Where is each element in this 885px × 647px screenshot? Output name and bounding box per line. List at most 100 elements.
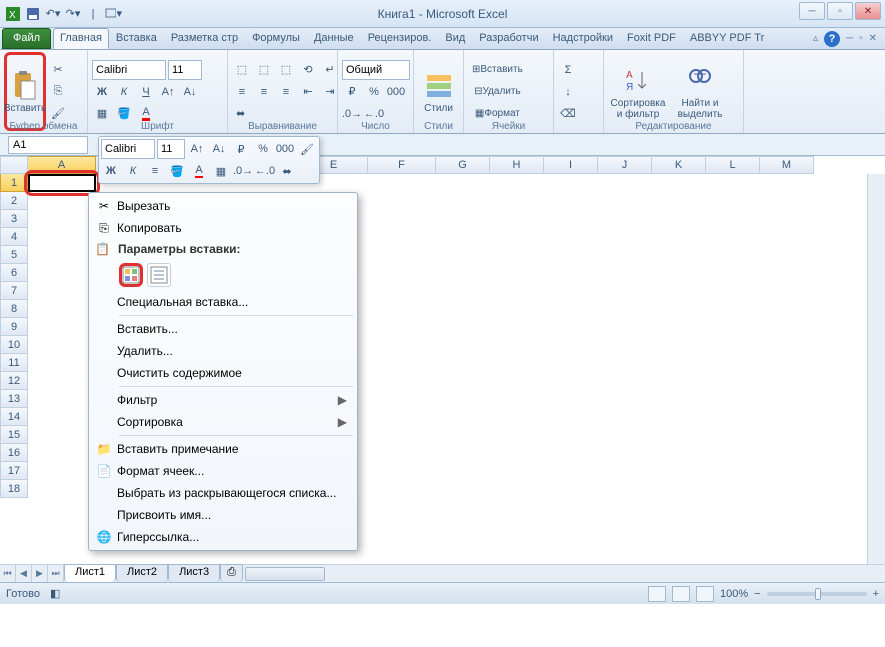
mini-comma-icon[interactable]: 000: [275, 139, 295, 159]
zoom-level[interactable]: 100%: [720, 588, 748, 600]
ctx-hyperlink[interactable]: 🌐Гиперссылка...: [91, 526, 355, 548]
mini-italic-icon[interactable]: К: [123, 161, 143, 181]
paste-option-all[interactable]: [119, 263, 143, 287]
align-top-icon[interactable]: ⬚: [232, 60, 252, 80]
comma-icon[interactable]: 000: [386, 82, 406, 102]
minimize-ribbon-icon[interactable]: ▵: [813, 33, 818, 44]
tab-layout[interactable]: Разметка стр: [164, 28, 245, 49]
macro-record-icon[interactable]: ◧: [50, 587, 60, 600]
sheet-nav-last-icon[interactable]: ⏭: [48, 565, 64, 582]
zoom-in-icon[interactable]: +: [873, 588, 879, 600]
zoom-out-icon[interactable]: −: [754, 588, 760, 600]
tab-insert[interactable]: Вставка: [109, 28, 164, 49]
mini-format-painter-icon[interactable]: 🖌: [297, 139, 317, 159]
vertical-scrollbar[interactable]: [867, 174, 885, 564]
ctx-dropdown-list[interactable]: Выбрать из раскрывающегося списка...: [91, 482, 355, 504]
zoom-slider[interactable]: [767, 592, 867, 596]
sheet-nav-prev-icon[interactable]: ◀: [16, 565, 32, 582]
align-left-icon[interactable]: ≡: [232, 82, 252, 102]
mini-fill-color-icon[interactable]: 🪣: [167, 161, 187, 181]
row-header[interactable]: 7: [0, 282, 28, 300]
increase-indent-icon[interactable]: ⇥: [320, 82, 340, 102]
copy-icon[interactable]: ⎘: [48, 82, 68, 102]
column-header[interactable]: L: [706, 156, 760, 174]
autosum-icon[interactable]: Σ: [558, 60, 578, 80]
tab-foxit[interactable]: Foxit PDF: [620, 28, 683, 49]
column-header[interactable]: I: [544, 156, 598, 174]
ctx-cut[interactable]: ✂Вырезать: [91, 195, 355, 217]
workbook-close-icon[interactable]: ✕: [869, 33, 877, 44]
customize-qat-icon[interactable]: ▾: [104, 5, 122, 23]
cells-delete-button[interactable]: ⊟ Удалить: [468, 82, 527, 102]
save-icon[interactable]: [24, 5, 42, 23]
mini-bold-icon[interactable]: Ж: [101, 161, 121, 181]
row-header[interactable]: 18: [0, 480, 28, 498]
align-bottom-icon[interactable]: ⬚: [276, 60, 296, 80]
view-normal-icon[interactable]: [648, 586, 666, 602]
ctx-define-name[interactable]: Присвоить имя...: [91, 504, 355, 526]
row-header[interactable]: 14: [0, 408, 28, 426]
mini-decrease-font-icon[interactable]: A↓: [209, 139, 229, 159]
help-icon[interactable]: ?: [824, 31, 840, 47]
row-header[interactable]: 5: [0, 246, 28, 264]
italic-button[interactable]: К: [114, 82, 134, 102]
excel-icon[interactable]: X: [4, 5, 22, 23]
mini-inc-decimal-icon[interactable]: .0→: [233, 161, 253, 181]
ctx-clear[interactable]: Очистить содержимое: [91, 362, 355, 384]
horizontal-scrollbar[interactable]: [243, 565, 885, 582]
workbook-restore-icon[interactable]: ▫: [859, 33, 863, 44]
currency-icon[interactable]: ₽: [342, 82, 362, 102]
maximize-button[interactable]: ▫: [827, 2, 853, 20]
orientation-icon[interactable]: ⟲: [298, 60, 318, 80]
name-box[interactable]: A1: [8, 136, 88, 154]
column-header[interactable]: J: [598, 156, 652, 174]
font-name-combo[interactable]: Calibri: [92, 60, 166, 80]
close-button[interactable]: ✕: [855, 2, 881, 20]
number-format-combo[interactable]: Общий: [342, 60, 410, 80]
column-header[interactable]: K: [652, 156, 706, 174]
cut-icon[interactable]: ✂: [48, 60, 68, 80]
row-header[interactable]: 8: [0, 300, 28, 318]
decrease-font-icon[interactable]: A↓: [180, 82, 200, 102]
column-header[interactable]: M: [760, 156, 814, 174]
sheet-tab-2[interactable]: Лист2: [116, 564, 168, 582]
tab-data[interactable]: Данные: [307, 28, 361, 49]
clear-icon[interactable]: ⌫: [558, 104, 578, 124]
bold-button[interactable]: Ж: [92, 82, 112, 102]
find-select-button[interactable]: Найти и выделить: [670, 52, 730, 131]
align-right-icon[interactable]: ≡: [276, 82, 296, 102]
undo-icon[interactable]: ↶▾: [44, 5, 62, 23]
styles-button[interactable]: Стили: [418, 52, 459, 131]
cells-insert-button[interactable]: ⊞ Вставить: [468, 60, 527, 80]
sheet-nav-next-icon[interactable]: ▶: [32, 565, 48, 582]
sort-filter-button[interactable]: АЯ Сортировка и фильтр: [608, 52, 668, 131]
mini-align-icon[interactable]: ≡: [145, 161, 165, 181]
row-header[interactable]: 6: [0, 264, 28, 282]
ctx-format-cells[interactable]: 📄Формат ячеек...: [91, 460, 355, 482]
row-header[interactable]: 4: [0, 228, 28, 246]
mini-font-color-icon[interactable]: A: [189, 161, 209, 181]
view-layout-icon[interactable]: [672, 586, 690, 602]
redo-icon[interactable]: ↷▾: [64, 5, 82, 23]
ctx-insert[interactable]: Вставить...: [91, 318, 355, 340]
file-tab[interactable]: Файл: [2, 28, 51, 49]
ctx-sort[interactable]: Сортировка▶: [91, 411, 355, 433]
minimize-button[interactable]: ─: [799, 2, 825, 20]
row-header[interactable]: 12: [0, 372, 28, 390]
view-pagebreak-icon[interactable]: [696, 586, 714, 602]
row-header[interactable]: 15: [0, 426, 28, 444]
mini-increase-font-icon[interactable]: A↑: [187, 139, 207, 159]
percent-icon[interactable]: %: [364, 82, 384, 102]
mini-percent-icon[interactable]: %: [253, 139, 273, 159]
tab-view[interactable]: Вид: [438, 28, 472, 49]
mini-dec-decimal-icon[interactable]: ←.0: [255, 161, 275, 181]
sheet-nav-first-icon[interactable]: ⏮: [0, 565, 16, 582]
paste-option-values[interactable]: [147, 263, 171, 287]
mini-font-combo[interactable]: Calibri: [101, 139, 155, 159]
sheet-tab-3[interactable]: Лист3: [168, 564, 220, 582]
wrap-text-icon[interactable]: ↵: [320, 60, 340, 80]
tab-formulas[interactable]: Формулы: [245, 28, 307, 49]
mini-merge-icon[interactable]: ⬌: [277, 161, 297, 181]
tab-addins[interactable]: Надстройки: [546, 28, 620, 49]
row-header[interactable]: 10: [0, 336, 28, 354]
